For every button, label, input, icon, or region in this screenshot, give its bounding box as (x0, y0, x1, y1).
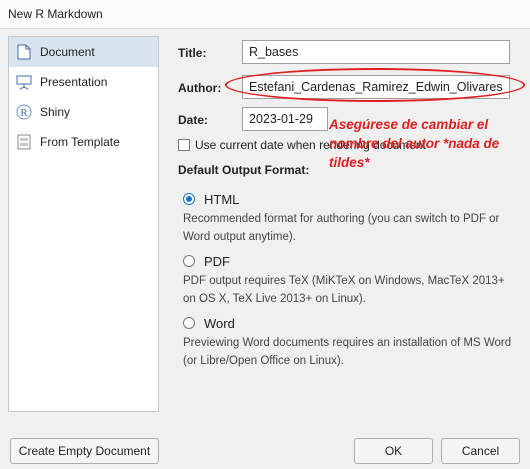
html-radio-label[interactable]: HTML (204, 192, 239, 207)
cancel-button[interactable]: Cancel (441, 438, 520, 464)
word-radio-label[interactable]: Word (204, 316, 235, 331)
document-icon (16, 44, 32, 60)
pdf-description: PDF output requires TeX (MiKTeX on Windo… (183, 275, 505, 305)
shiny-icon: R (16, 104, 32, 120)
window-titlebar: New R Markdown (0, 0, 530, 29)
word-radio[interactable] (183, 317, 195, 329)
title-input[interactable] (242, 40, 510, 64)
html-description: Recommended format for authoring (you ca… (183, 213, 500, 243)
author-label: Author: (178, 81, 222, 95)
date-input[interactable] (242, 107, 328, 131)
pdf-radio-label[interactable]: PDF (204, 254, 230, 269)
template-icon (16, 134, 32, 150)
use-current-date-checkbox[interactable] (178, 139, 190, 151)
sidebar-item-from-template[interactable]: From Template (9, 127, 158, 157)
format-sidebar: Document Presentation R Shiny From Templ… (8, 36, 159, 412)
sidebar-item-presentation[interactable]: Presentation (9, 67, 158, 97)
ok-button[interactable]: OK (354, 438, 433, 464)
pdf-radio[interactable] (183, 255, 195, 267)
author-annotation-note: Asegúrese de cambiar el nombre del autor… (329, 117, 500, 170)
sidebar-item-shiny[interactable]: R Shiny (9, 97, 158, 127)
author-input[interactable] (242, 75, 510, 99)
sidebar-item-label: From Template (40, 135, 120, 149)
window-title: New R Markdown (8, 7, 103, 21)
sidebar-item-label: Document (40, 45, 95, 59)
output-format-heading: Default Output Format: (178, 163, 310, 177)
html-radio[interactable] (183, 193, 195, 205)
sidebar-item-label: Shiny (40, 105, 71, 119)
title-label: Title: (178, 46, 207, 60)
svg-text:R: R (20, 107, 28, 119)
sidebar-item-label: Presentation (40, 75, 108, 89)
word-description: Previewing Word documents requires an in… (183, 337, 512, 367)
date-label: Date: (178, 113, 209, 127)
sidebar-item-document[interactable]: Document (9, 37, 158, 67)
create-empty-document-button[interactable]: Create Empty Document (10, 438, 159, 464)
presentation-icon (16, 74, 32, 90)
